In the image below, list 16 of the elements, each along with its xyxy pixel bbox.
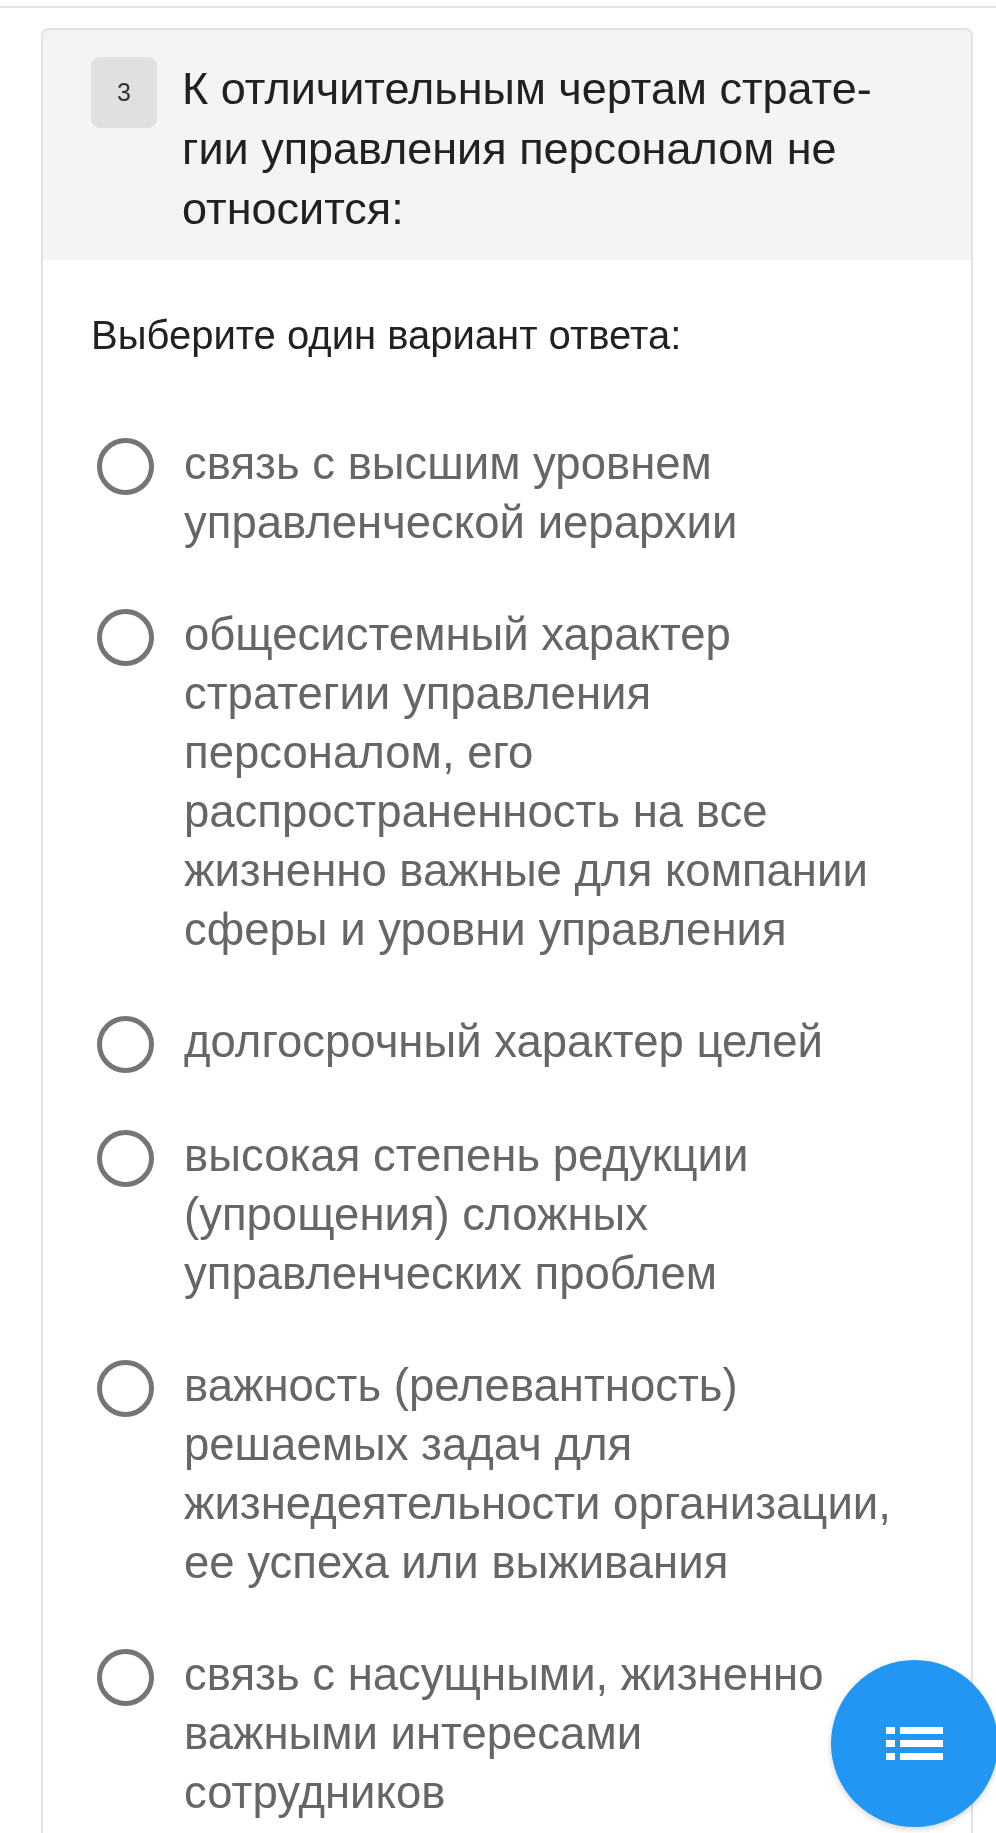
question-number: 3 bbox=[91, 57, 157, 128]
radio-button[interactable] bbox=[97, 1360, 154, 1417]
radio-button[interactable] bbox=[97, 1130, 154, 1187]
option-label[interactable]: общесистемный характер стратегии управления персоналом, его распространенность на все жизненно важные для компании сферы и уровни управления bbox=[184, 605, 870, 959]
option-label[interactable]: высокая степень редукции (упрощения) сложных управленческих проблем bbox=[184, 1126, 751, 1303]
option-label[interactable]: связь с насущными, жизненно важными интересами сотрудников bbox=[184, 1645, 826, 1822]
radio-button[interactable] bbox=[97, 1649, 154, 1706]
list-icon bbox=[886, 1727, 943, 1760]
radio-button[interactable] bbox=[97, 609, 154, 666]
option-label[interactable]: связь с высшим уровнем управленческой иерархии bbox=[184, 434, 740, 552]
option-label[interactable]: важность (релевантность) решаемых задач для жизнедеятельности организации, ее успеха или выживания bbox=[184, 1356, 893, 1592]
instruction-text: Выберите один вариант ответа: bbox=[91, 313, 683, 357]
radio-button[interactable] bbox=[97, 438, 154, 495]
option-label[interactable]: долгосрочный характер целей bbox=[184, 1012, 826, 1071]
question-text: К отличительным чертам страте-гии управления персоналом не относится: bbox=[182, 62, 873, 236]
radio-button[interactable] bbox=[97, 1016, 154, 1073]
